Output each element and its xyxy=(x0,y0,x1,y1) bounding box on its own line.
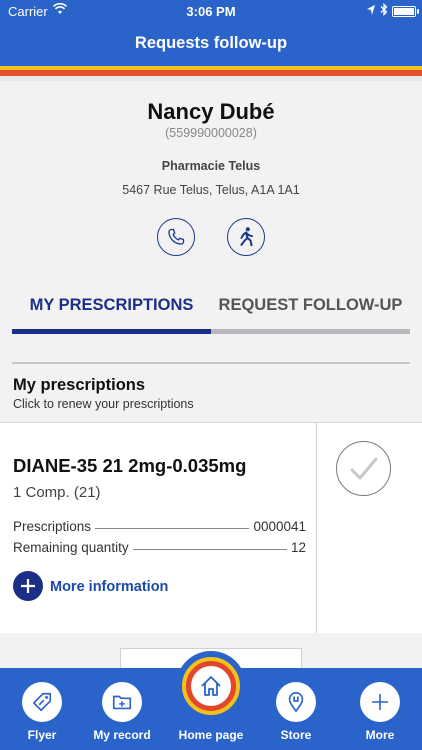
app-header: Carrier 3:06 PM Requests follow-up xyxy=(0,0,422,66)
nav-flyer[interactable]: Flyer xyxy=(0,668,84,750)
prescriptions-label: Prescriptions xyxy=(13,519,92,534)
checkmark-icon xyxy=(350,457,377,479)
tab-request-follow-up[interactable]: REQUEST FOLLOW-UP xyxy=(211,296,410,315)
remaining-value: 12 xyxy=(290,540,306,555)
leader-line xyxy=(132,549,287,550)
page-title: Requests follow-up xyxy=(134,34,288,52)
prescriptions-row: Prescriptions 0000041 xyxy=(13,519,306,534)
tab-my-prescriptions[interactable]: MY PRESCRIPTIONS xyxy=(12,296,211,315)
status-bar: Carrier 3:06 PM xyxy=(0,0,422,24)
tab-indicator-inactive xyxy=(211,329,410,334)
section-subtitle: Click to renew your prescriptions xyxy=(13,397,194,411)
nav-my-record[interactable]: My record xyxy=(80,668,164,750)
plus-icon xyxy=(21,579,35,593)
brand-stripe-grey xyxy=(0,76,422,81)
more-info-link[interactable]: More information xyxy=(50,579,168,595)
tab-indicator-active xyxy=(12,329,211,334)
drug-quantity: 1 Comp. (21) xyxy=(13,484,101,501)
nav-store-label: Store xyxy=(280,728,312,742)
tag-icon xyxy=(22,682,62,722)
home-icon xyxy=(191,666,231,706)
section-divider xyxy=(12,362,410,364)
nav-flyer-label: Flyer xyxy=(27,728,57,742)
nav-home-label: Home page xyxy=(178,728,244,742)
pharmacy-name: Pharmacie Telus xyxy=(161,159,261,173)
call-button[interactable] xyxy=(157,218,195,256)
walking-person-icon xyxy=(240,227,253,247)
plus-icon xyxy=(360,682,400,722)
renew-checkbox[interactable] xyxy=(336,441,391,496)
remaining-label: Remaining quantity xyxy=(13,540,129,555)
patient-phone: (559990000028) xyxy=(165,126,257,140)
patient-name: Nancy Dubé xyxy=(147,99,275,124)
folder-icon xyxy=(102,682,142,722)
nav-more[interactable]: More xyxy=(338,668,422,750)
leader-line xyxy=(95,528,250,529)
more-info-button[interactable] xyxy=(13,571,43,601)
pharmacy-address: 5467 Rue Telus, Telus, A1A 1A1 xyxy=(122,183,300,197)
directions-button[interactable] xyxy=(227,218,265,256)
nav-more-label: More xyxy=(365,728,395,742)
drug-name: DIANE-35 21 2mg-0.035mg xyxy=(13,455,247,476)
location-arrow-icon xyxy=(367,5,375,15)
section-title: My prescriptions xyxy=(13,376,146,394)
store-pin-icon xyxy=(276,682,316,722)
clock: 3:06 PM xyxy=(186,4,236,19)
phone-icon xyxy=(168,228,185,245)
remaining-row: Remaining quantity 12 xyxy=(13,540,306,555)
battery-icon xyxy=(392,6,419,17)
nav-home-page[interactable] xyxy=(182,657,240,715)
nav-my-record-label: My record xyxy=(93,728,151,742)
nav-store[interactable]: Store xyxy=(254,668,338,750)
bluetooth-icon xyxy=(380,3,388,16)
prescriptions-value: 0000041 xyxy=(253,519,306,534)
card-separator xyxy=(316,423,317,633)
